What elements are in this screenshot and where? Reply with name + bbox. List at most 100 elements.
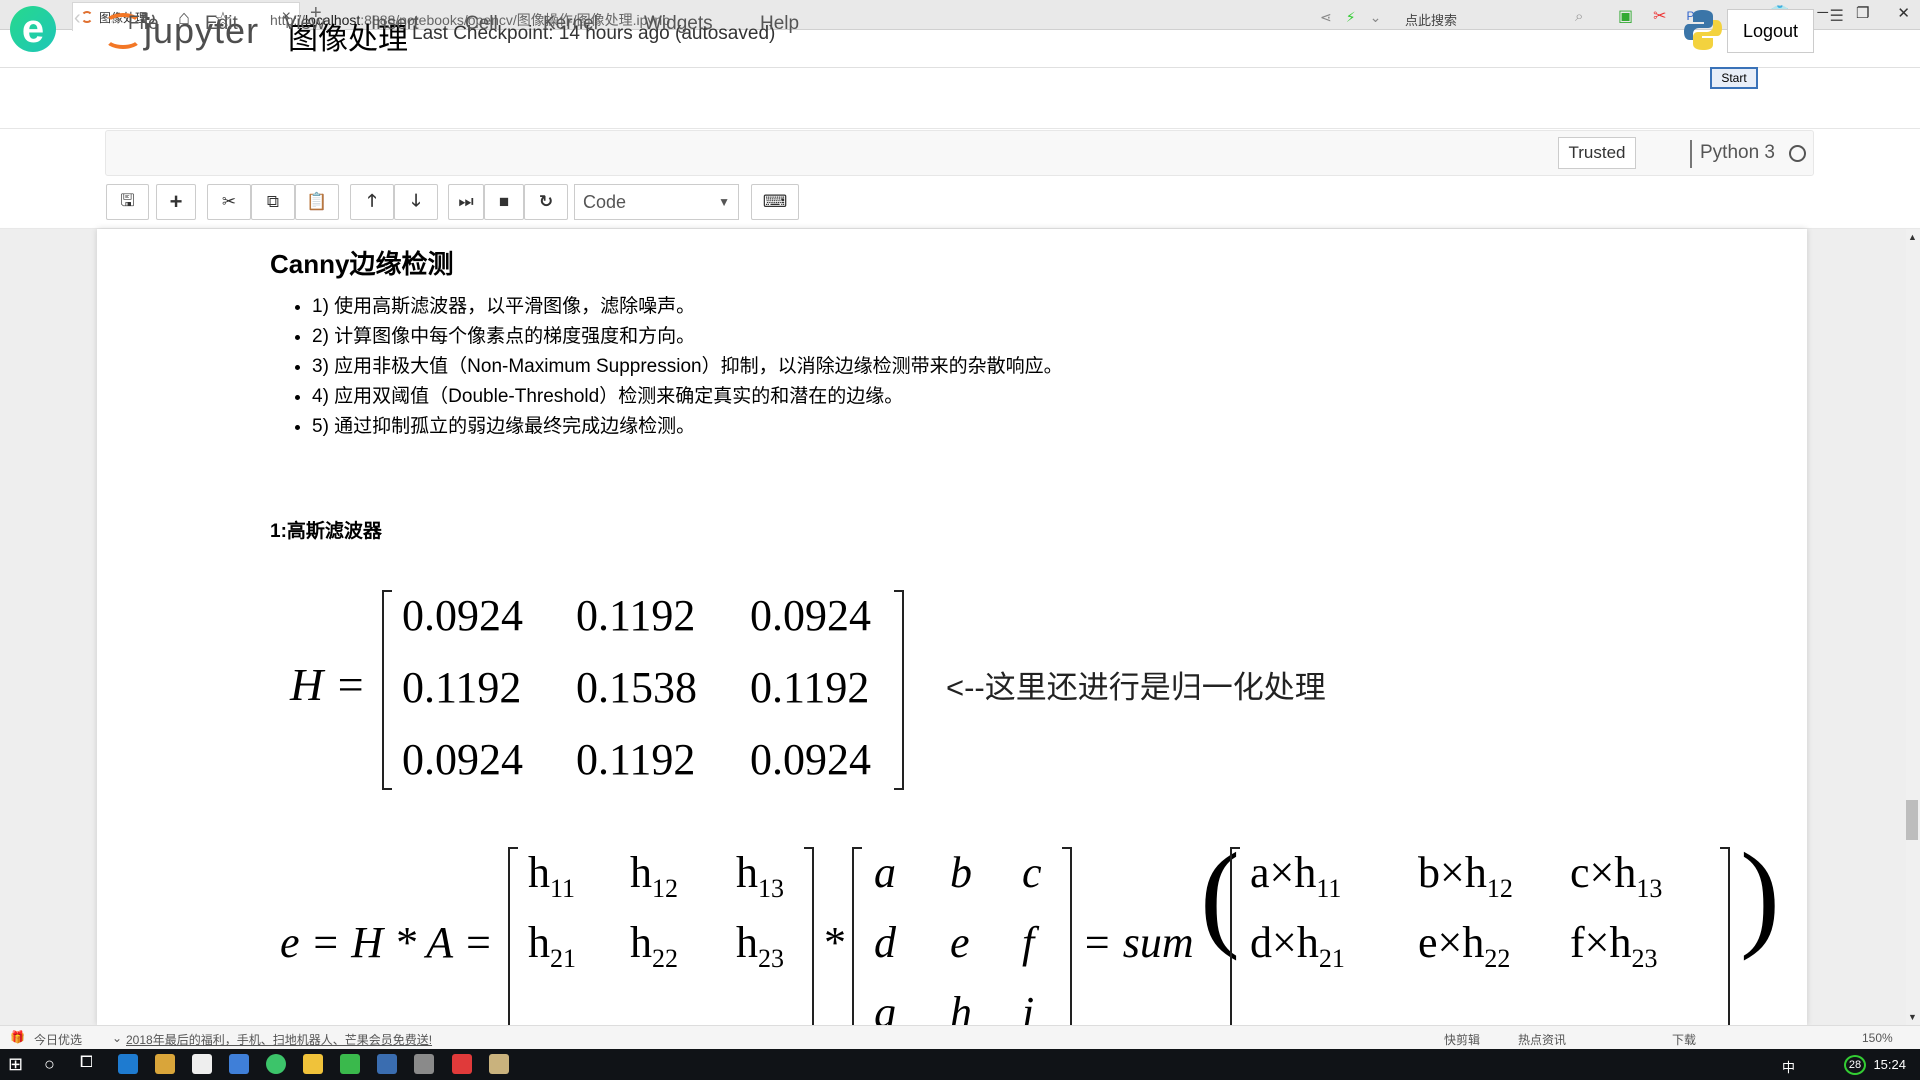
- task-view-icon[interactable]: ⧠: [80, 1054, 93, 1072]
- vertical-scrollbar[interactable]: [1906, 229, 1920, 1025]
- matrix-cell: h: [736, 918, 758, 967]
- run-button[interactable]: ⏭: [448, 184, 484, 220]
- copy-button[interactable]: ⧉: [251, 184, 295, 220]
- matrix-cell: h: [630, 848, 652, 897]
- matrix-subscript: 23: [1631, 944, 1658, 973]
- h-matrix: h11 h12 h13 h21 h22 h23: [508, 847, 814, 1037]
- share-icon[interactable]: ⋖: [1320, 9, 1332, 26]
- trusted-indicator[interactable]: Trusted: [1558, 137, 1636, 169]
- close-window-button[interactable]: ✕: [1897, 4, 1910, 22]
- search-icon[interactable]: ⌕: [1575, 8, 1583, 25]
- bracket-right: [1720, 847, 1730, 1037]
- logout-button[interactable]: Logout: [1727, 9, 1814, 53]
- matrix-cell: f: [1022, 918, 1035, 967]
- cut-button[interactable]: ✂: [207, 184, 251, 220]
- browser-status-bar: 🎁 今日优选 ⌄ 2018年最后的福利，手机、扫地机器人、芒果会员免费送! 快剪…: [0, 1025, 1920, 1049]
- matrix-cell: f×h: [1570, 918, 1632, 967]
- app-window-icon[interactable]: [377, 1054, 397, 1074]
- matrix-subscript: 22: [652, 944, 678, 973]
- status-item-quickclip[interactable]: 快剪辑: [1444, 1031, 1480, 1048]
- list-item: 2) 计算图像中每个像素点的梯度强度和方向。: [312, 322, 1063, 352]
- restart-button[interactable]: ↻: [524, 184, 568, 220]
- menu-icon[interactable]: ☰: [1830, 6, 1844, 26]
- matrix-subscript: 23: [758, 944, 784, 973]
- tab-favicon-icon: [81, 11, 93, 23]
- start-popup-button[interactable]: Start: [1710, 67, 1758, 89]
- notification-badge[interactable]: 28: [1844, 1055, 1866, 1075]
- dropdown-arrow-icon: ▼: [718, 195, 730, 209]
- command-palette-button[interactable]: ⌨: [751, 184, 799, 220]
- cortana-icon[interactable]: ○: [44, 1054, 55, 1075]
- save-button[interactable]: 🖫: [106, 184, 149, 220]
- product-matrix: a×h11 b×h12 c×h13 d×h21 e×h22 f×h23: [1230, 847, 1730, 1037]
- menu-widgets[interactable]: Widgets: [644, 13, 713, 35]
- matrix-subscript: 13: [1636, 874, 1663, 903]
- restore-button[interactable]: ❐: [1856, 4, 1869, 22]
- translate-ext-icon[interactable]: ▣: [1618, 6, 1633, 26]
- steps-list: 1) 使用高斯滤波器，以平滑图像，滤除噪声。 2) 计算图像中每个像素点的梯度强…: [290, 292, 1063, 442]
- interrupt-button[interactable]: ■: [484, 184, 524, 220]
- status-item-news[interactable]: 热点资讯: [1518, 1031, 1566, 1048]
- address-icons: ⋖ ⚡ ⌄: [1320, 9, 1381, 26]
- ime-indicator[interactable]: 中: [1782, 1057, 1795, 1076]
- keyboard-icon: ⌨: [762, 192, 788, 211]
- jupyter-logo-text: jupyter: [144, 10, 260, 51]
- menu-cell[interactable]: Cell: [465, 13, 498, 35]
- scrollbar-thumb[interactable]: [1906, 800, 1918, 840]
- chevron-down-icon[interactable]: ⌄: [1370, 9, 1382, 26]
- matrix-cell: e: [950, 918, 970, 967]
- gaussian-matrix: 0.0924 0.1192 0.0924 0.1192 0.1538 0.119…: [382, 590, 904, 790]
- recorder-icon[interactable]: [452, 1054, 472, 1074]
- matrix-subscript: 12: [652, 874, 678, 903]
- matrix-subscript: 11: [1316, 874, 1342, 903]
- menu-view[interactable]: View: [284, 13, 325, 35]
- browser-logo[interactable]: e: [10, 6, 56, 52]
- scissors-icon: ✂: [221, 192, 237, 211]
- file-explorer-icon[interactable]: [303, 1054, 323, 1074]
- app-bird-icon[interactable]: [229, 1054, 249, 1074]
- move-down-button[interactable]: 🡓: [394, 184, 438, 220]
- matrix-subscript: 21: [550, 944, 576, 973]
- image-app-icon[interactable]: [489, 1054, 509, 1074]
- search-input[interactable]: 点此搜索: [1405, 10, 1590, 29]
- insert-cell-button[interactable]: +: [156, 184, 196, 220]
- paste-button[interactable]: 📋: [295, 184, 339, 220]
- menu-insert[interactable]: Insert: [371, 13, 419, 35]
- menu-help[interactable]: Help: [760, 13, 799, 35]
- move-up-button[interactable]: 🡑: [350, 184, 394, 220]
- matrix-note: <--这里还进行是归一化处理: [946, 670, 1326, 705]
- back-icon[interactable]: ‹: [74, 7, 81, 30]
- zoom-level[interactable]: 150%: [1862, 1031, 1893, 1045]
- bracket-right: [804, 847, 814, 1037]
- menu-edit[interactable]: Edit: [205, 13, 238, 35]
- scroll-up-icon[interactable]: ▲: [1908, 232, 1917, 242]
- windows-start-icon[interactable]: ⊞: [8, 1054, 23, 1075]
- copy-icon: ⧉: [266, 192, 280, 211]
- today-picks-label[interactable]: 今日优选: [34, 1031, 82, 1048]
- paint-icon[interactable]: [414, 1054, 434, 1074]
- plus-icon: +: [169, 189, 183, 214]
- mail-icon[interactable]: [192, 1054, 212, 1074]
- menu-kernel[interactable]: Kernel: [543, 13, 598, 35]
- arrow-down-icon: 🡓: [411, 190, 421, 210]
- matrix-cell: h: [528, 848, 550, 897]
- camtasia-icon[interactable]: [340, 1054, 360, 1074]
- matrix-cell: a×h: [1250, 848, 1317, 897]
- ad-link[interactable]: 2018年最后的福利，手机、扫地机器人、芒果会员免费送!: [126, 1031, 432, 1048]
- scissors-ext-icon[interactable]: ✂: [1653, 6, 1666, 26]
- jupyter-header: [0, 69, 1920, 129]
- edge-icon[interactable]: [118, 1054, 138, 1074]
- matrix-cell: 0.0924: [402, 591, 523, 640]
- kernel-name[interactable]: Python 3: [1700, 142, 1775, 164]
- matrix-cell: d: [874, 918, 896, 967]
- store-icon[interactable]: [155, 1054, 175, 1074]
- browser-app-icon[interactable]: [266, 1054, 286, 1074]
- menu-file[interactable]: File: [128, 13, 159, 35]
- scroll-down-icon[interactable]: ▼: [1908, 1012, 1917, 1022]
- status-item-download[interactable]: 下载: [1672, 1031, 1696, 1048]
- lightning-icon[interactable]: ⚡: [1346, 9, 1356, 26]
- bracket-right: [1062, 847, 1072, 1037]
- cell-type-select[interactable]: Code ▼: [574, 184, 739, 220]
- taskbar-clock[interactable]: 15:24: [1873, 1057, 1906, 1072]
- matrix-cell: b×h: [1418, 848, 1487, 897]
